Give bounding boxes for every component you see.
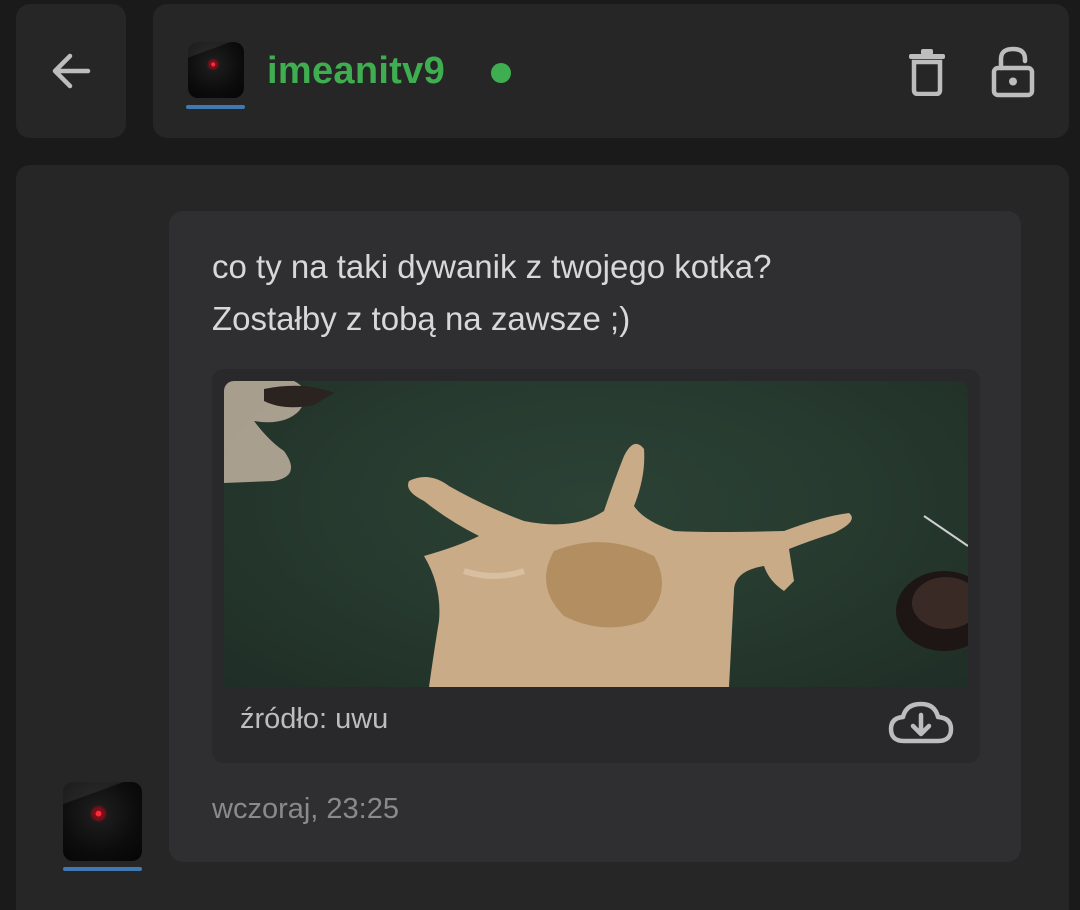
message-timestamp: wczoraj, 23:25 (212, 793, 399, 825)
sender-avatar[interactable] (63, 782, 142, 861)
image-attachment[interactable]: źródło: uwu (212, 369, 980, 763)
unlock-icon (991, 46, 1035, 98)
message-text: co ty na taki dywanik z twojego kotka? Z… (212, 248, 772, 337)
avatar[interactable] (188, 42, 244, 98)
online-status-dot (491, 63, 511, 83)
trash-icon (909, 49, 945, 96)
lock-button[interactable] (985, 44, 1041, 100)
back-arrow-icon (52, 53, 91, 89)
back-button[interactable] (16, 4, 126, 138)
attachment-image[interactable] (224, 381, 968, 687)
rug-photo-illustration (224, 381, 968, 687)
back-panel (16, 4, 126, 138)
chat-area[interactable]: co ty na taki dywanik z twojego kotka? Z… (16, 165, 1069, 910)
message-bubble[interactable]: co ty na taki dywanik z twojego kotka? Z… (169, 211, 1021, 862)
image-source-label: źródło: uwu (240, 703, 389, 735)
download-button[interactable] (888, 699, 954, 747)
cloud-download-icon (888, 701, 954, 744)
chat-header: imeanitv9 (153, 4, 1069, 138)
username[interactable]: imeanitv9 (267, 4, 445, 138)
avatar-underline (186, 105, 245, 109)
delete-button[interactable] (899, 44, 955, 100)
sender-avatar-underline (63, 867, 142, 871)
